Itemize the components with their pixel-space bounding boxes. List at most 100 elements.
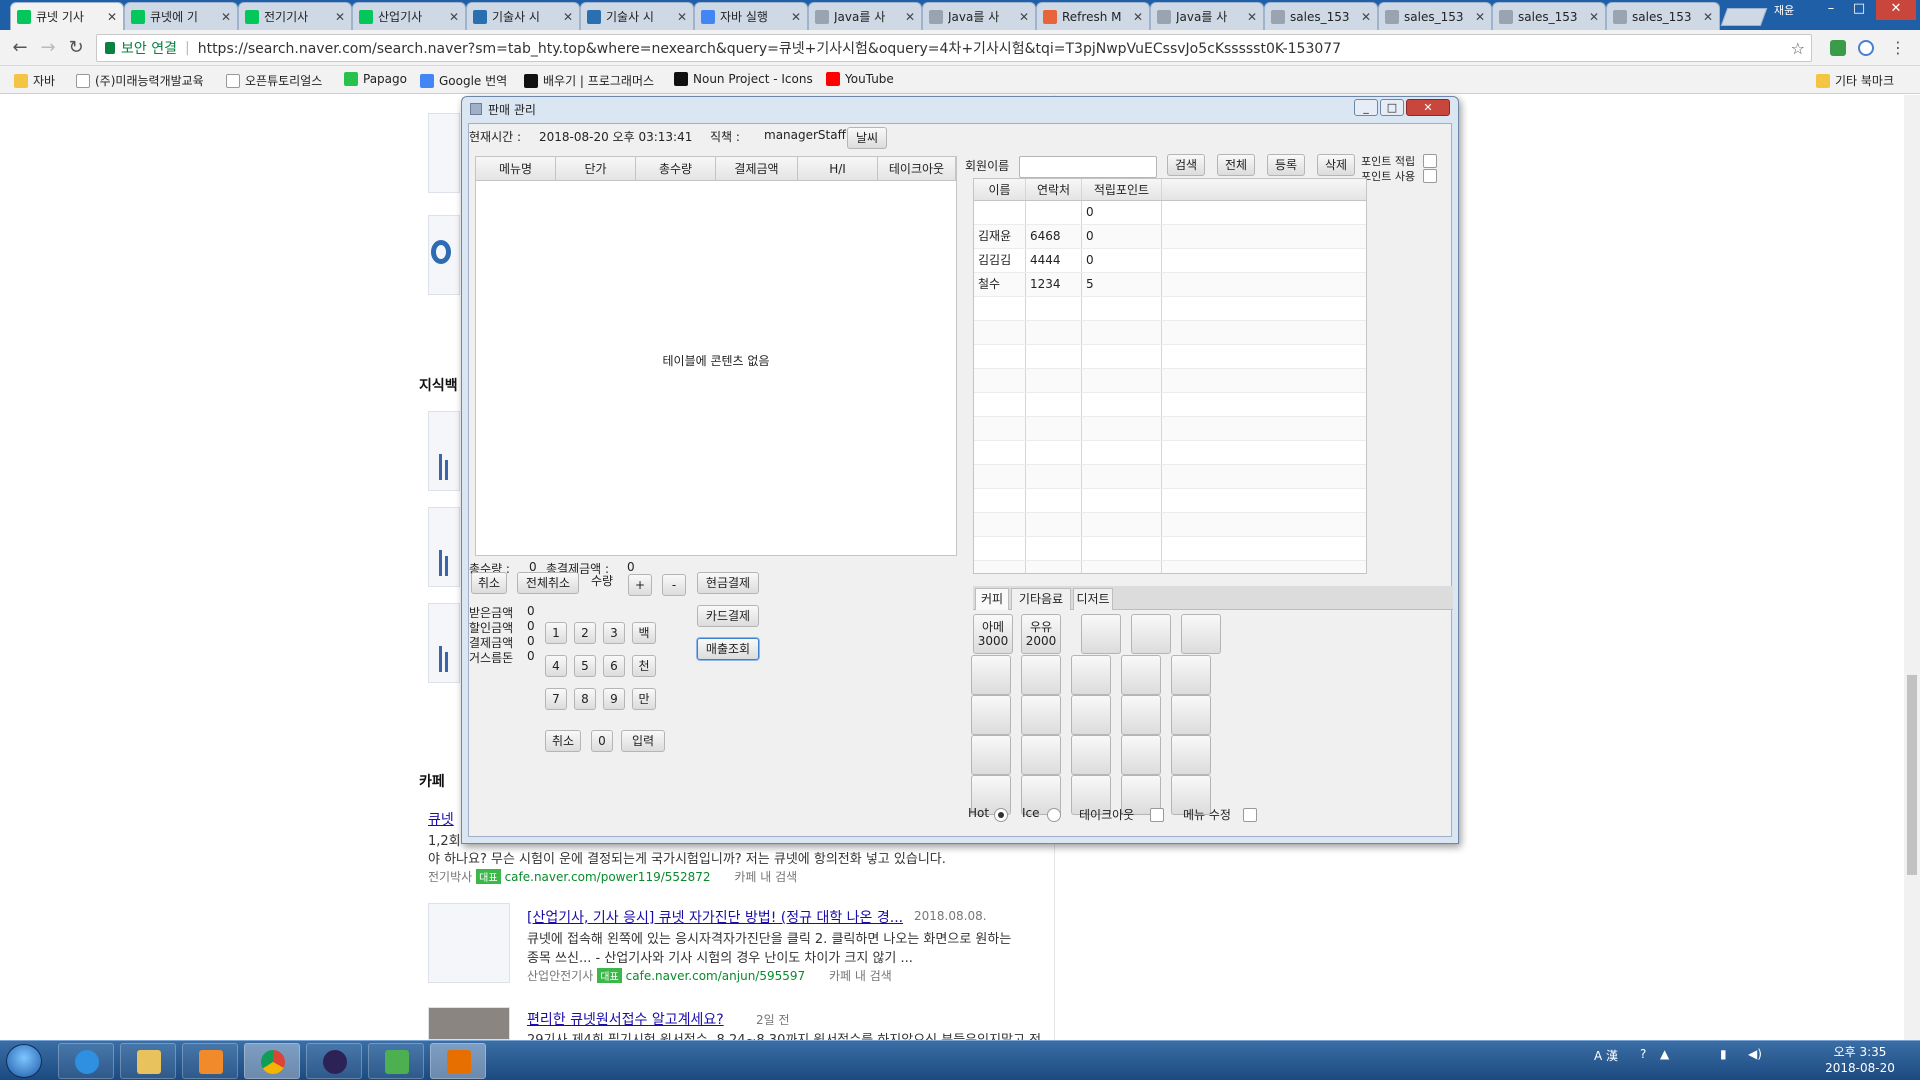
browser-tab[interactable]: sales_153 ✕ [1264,2,1378,30]
forward-icon[interactable]: → [38,38,58,58]
bookmark-item[interactable]: Papago [344,72,407,86]
maximize-icon[interactable]: □ [1846,0,1872,20]
order-col-header[interactable]: 테이크아웃 [878,157,956,180]
menu-empty-button[interactable] [1181,614,1221,654]
result-thumbnail[interactable] [428,411,460,491]
menu-empty-button[interactable] [1071,695,1111,735]
ime-indicator[interactable]: A 漢 [1594,1047,1618,1064]
keypad-key[interactable]: 4 [545,655,567,677]
member-row[interactable] [974,513,1366,537]
close-icon[interactable]: ✕ [1876,0,1916,20]
address-bar[interactable]: 보안 연결 | https://search.naver.com/search.… [96,34,1812,62]
search-in-cafe[interactable]: 카페 내 검색 [829,969,892,983]
menu-empty-button[interactable] [1071,735,1111,775]
member-row[interactable] [974,417,1366,441]
order-col-header[interactable]: 결제금액 [716,157,798,180]
menu-kebab-icon[interactable]: ⋮ [1888,38,1908,58]
keypad-zero-button[interactable]: 0 [591,730,613,752]
taskbar-eclipse[interactable] [306,1043,362,1079]
browser-tab[interactable]: 산업기사 ✕ [352,2,466,30]
url-text[interactable]: https://search.naver.com/search.naver?sm… [198,38,1791,58]
menu-empty-button[interactable] [1021,655,1061,695]
browser-tab[interactable]: Refresh M ✕ [1036,2,1150,30]
keypad-key[interactable]: 3 [603,622,625,644]
col-name[interactable]: 이름 [974,179,1026,200]
tray-expand-icon[interactable]: ▲ [1660,1047,1669,1061]
browser-tab[interactable]: sales_153 ✕ [1378,2,1492,30]
keypad-key[interactable]: 7 [545,688,567,710]
tab-close-icon[interactable]: ✕ [221,10,231,24]
browser-tab[interactable]: Java를 사 ✕ [1150,2,1264,30]
menu-empty-button[interactable] [1171,655,1211,695]
other-bookmarks[interactable]: 기타 북마크 [1816,72,1894,89]
taskbar-media[interactable] [182,1043,238,1079]
menu-empty-button[interactable] [1171,735,1211,775]
qty-plus-button[interactable]: + [628,574,652,596]
browser-tab[interactable]: 자바 실행 ✕ [694,2,808,30]
keypad-enter-button[interactable]: 입력 [621,730,665,752]
keypad-cancel-button[interactable]: 취소 [545,730,581,752]
member-all-button[interactable]: 전체 [1217,154,1255,176]
member-row[interactable] [974,393,1366,417]
member-row[interactable] [974,321,1366,345]
point-use-checkbox[interactable] [1423,169,1437,183]
tab-close-icon[interactable]: ✕ [1019,10,1029,24]
menu-empty-button[interactable] [971,695,1011,735]
order-col-header[interactable]: 메뉴명 [476,157,556,180]
result-title[interactable]: 편리한 큐넷원서접수 알고계세요? [527,1009,724,1029]
browser-tab[interactable]: 전기기사 ✕ [238,2,352,30]
tab-close-icon[interactable]: ✕ [563,10,573,24]
keypad-key[interactable]: 6 [603,655,625,677]
page-scrollbar[interactable] [1904,95,1920,1040]
menu-empty-button[interactable] [1121,735,1161,775]
bookmark-item[interactable]: 배우기 | 프로그래머스 [524,72,654,89]
member-row[interactable] [974,441,1366,465]
member-row[interactable] [974,537,1366,561]
menu-empty-button[interactable] [1071,655,1111,695]
browser-tab[interactable]: 기술사 시 ✕ [466,2,580,30]
menu-empty-button[interactable] [1021,695,1061,735]
category-tab[interactable]: 기타음료 [1011,588,1071,610]
member-register-button[interactable]: 등록 [1267,154,1305,176]
keypad-key[interactable]: 천 [632,655,656,677]
menu-empty-button[interactable] [1121,695,1161,735]
tab-close-icon[interactable]: ✕ [1589,10,1599,24]
tab-close-icon[interactable]: ✕ [905,10,915,24]
taskbar-app[interactable] [368,1043,424,1079]
reload-icon[interactable]: ↻ [66,38,86,58]
bookmark-item[interactable]: YouTube [826,72,894,86]
extension-icon[interactable] [1830,40,1846,56]
keypad-key[interactable]: 2 [574,622,596,644]
sync-icon[interactable] [1858,40,1874,56]
tab-close-icon[interactable]: ✕ [677,10,687,24]
keypad-key[interactable]: 8 [574,688,596,710]
tab-close-icon[interactable]: ✕ [791,10,801,24]
browser-tab[interactable]: 큐넷 기사 ✕ [10,2,124,30]
category-tab[interactable]: 디저트 [1073,588,1113,610]
browser-tab[interactable]: Java를 사 ✕ [808,2,922,30]
result-title[interactable]: 큐넷 [428,809,454,829]
order-table[interactable]: 메뉴명 단가 총수량 결제금액 H/I 테이크아웃 테이블에 콘텐츠 없음 [475,156,957,556]
result-author[interactable]: 전기박사 [428,870,472,884]
member-row[interactable] [974,465,1366,489]
minimize-icon[interactable]: – [1818,0,1844,20]
cancel-all-button[interactable]: 전체취소 [517,572,579,594]
tab-close-icon[interactable]: ✕ [1475,10,1485,24]
bookmark-item[interactable]: Noun Project - Icons [674,72,813,86]
result-thumbnail[interactable] [428,215,460,295]
result-thumbnail[interactable] [428,113,460,193]
order-col-header[interactable]: 총수량 [636,157,716,180]
result-title[interactable]: [산업기사, 기사 응시] 큐넷 자가진단 방법! (정규 대학 나온 경... [527,907,903,927]
profile-name[interactable]: 재윤 [1774,2,1794,18]
order-col-header[interactable]: 단가 [556,157,636,180]
result-thumbnail[interactable] [428,507,460,587]
keypad-key[interactable]: 만 [632,688,656,710]
ice-radio[interactable] [1047,808,1061,822]
order-col-header[interactable]: H/I [798,157,878,180]
member-row[interactable] [974,489,1366,513]
takeout-checkbox[interactable] [1150,808,1164,822]
secure-indicator[interactable]: 보안 연결 | [105,38,190,58]
member-row[interactable] [974,297,1366,321]
menu-empty-button[interactable] [1081,614,1121,654]
keypad-key[interactable]: 백 [632,622,656,644]
